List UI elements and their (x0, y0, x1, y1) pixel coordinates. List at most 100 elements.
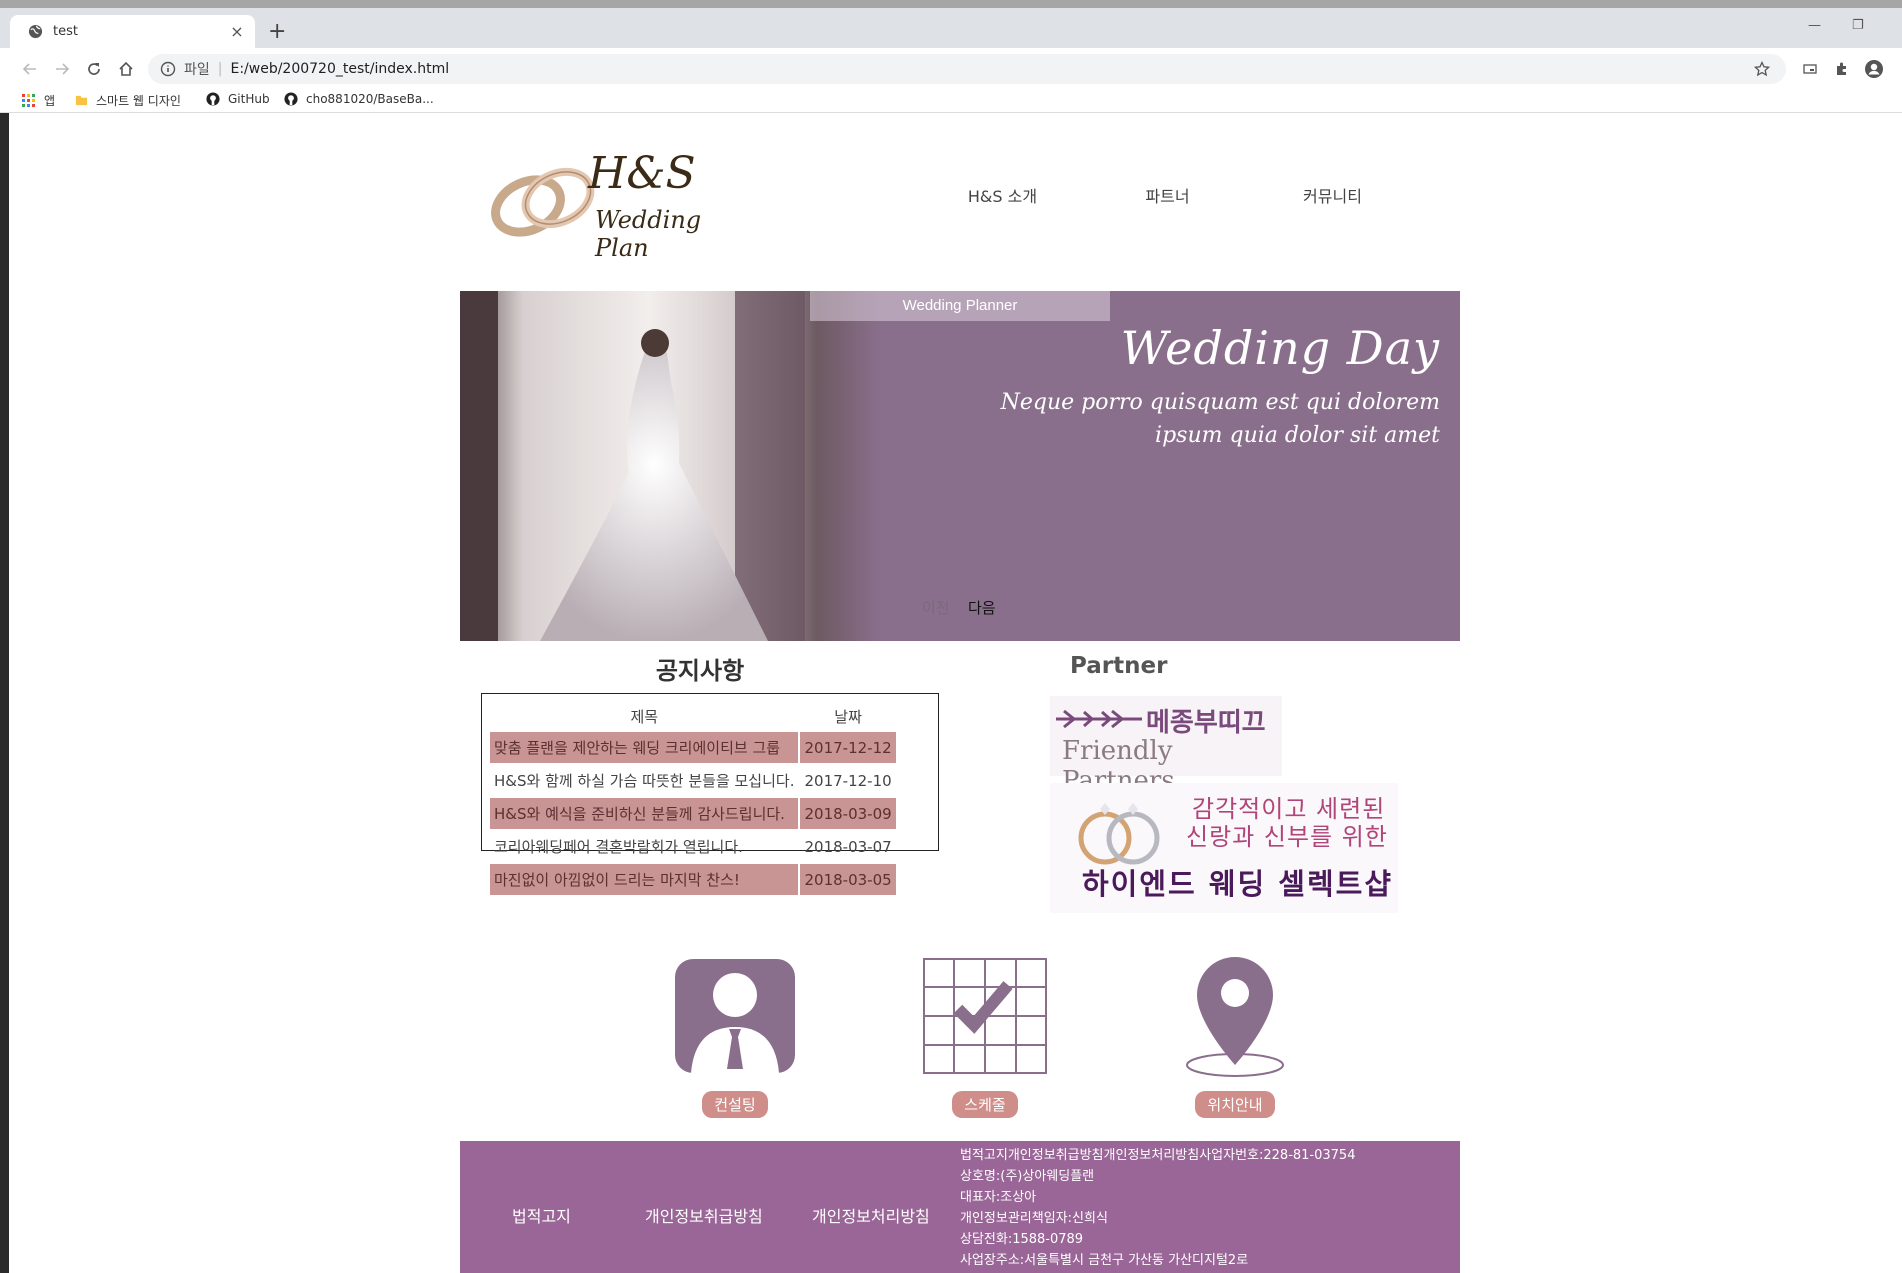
site-container: H&S Wedding Plan H&S 소개 파트너 커뮤니티 Wedding… (460, 113, 1460, 1273)
calendar-check-icon (920, 951, 1050, 1081)
bookmark-repo[interactable]: cho881020/BaseBa... (284, 92, 434, 106)
notice-row[interactable]: 맞춤 플랜을 제안하는 웨딩 크리에이티브 그룹 2017-12-12 (490, 732, 896, 763)
company-info-line: 개인정보관리책임자:신희식 (960, 1211, 1108, 1226)
forward-arrow-icon[interactable] (50, 57, 74, 81)
notice-row[interactable]: H&S와 예식을 준비하신 분들께 감사드립니다. 2018-03-09 (490, 798, 896, 829)
notice-table: 제목 날짜 맞춤 플랜을 제안하는 웨딩 크리에이티브 그룹 2017-12-1… (488, 700, 898, 897)
bookmark-label: 스마트 웹 디자인 (96, 94, 181, 108)
restore-button[interactable]: ❐ (1852, 18, 1864, 33)
company-info-line: 사업장주소:서울특별시 금천구 가산동 가산디지털2로 (960, 1253, 1249, 1268)
notice-row[interactable]: H&S와 함께 하실 가슴 따뜻한 분들을 모십니다. 2017-12-10 (490, 765, 896, 796)
partner-title: Partner (1070, 653, 1168, 679)
partner-select-line2: 신랑과 신부를 위한 (1186, 823, 1388, 851)
quick-location[interactable]: 위치안내 (1170, 951, 1300, 1118)
company-info: 법적고지개인정보취급방침개인정보처리방침사업자번호:228-81-03754 상… (960, 1145, 1355, 1271)
site-footer: 법적고지 개인정보취급방침 개인정보처리방침 법적고지개인정보취급방침개인정보처… (460, 1141, 1460, 1273)
url-divider: | (217, 61, 223, 77)
info-icon[interactable] (160, 61, 176, 77)
notice-subject[interactable]: 코리아웨딩페어 결혼박람회가 열립니다. (490, 831, 798, 862)
consultant-icon (670, 951, 800, 1081)
minimize-button[interactable]: — (1808, 18, 1821, 33)
cast-icon[interactable] (1798, 57, 1822, 81)
hero-label: Wedding Planner (810, 291, 1110, 321)
tab-close-icon[interactable]: × (225, 22, 249, 41)
schedule-button[interactable]: 스케줄 (952, 1091, 1018, 1118)
hero-subtitle-line: Neque porro quisquam est qui dolorem (1000, 390, 1440, 415)
partner-select-line3: 하이엔드 웨딩 셀렉트샵 (1082, 867, 1393, 901)
notice-title: 공지사항 (655, 657, 745, 685)
company-info-line: 상호명:(주)상아웨딩플랜 (960, 1169, 1095, 1184)
bookmark-label: 앱 (44, 94, 56, 108)
apps-grid-icon (22, 93, 35, 107)
github-icon (206, 92, 220, 106)
url-text[interactable]: E:/web/200720_test/index.html (230, 61, 1754, 77)
quick-consulting[interactable]: 컨설팅 (670, 951, 800, 1118)
hero-title: Wedding Day (1120, 321, 1440, 375)
partner-banner-maison[interactable]: 메종부띠끄 Friendly Partners (1050, 696, 1282, 796)
tab-title: test (53, 24, 78, 39)
reload-icon[interactable] (82, 57, 106, 81)
bookmark-star-icon[interactable] (1754, 61, 1772, 77)
notice-date: 2018-03-07 (804, 837, 892, 856)
location-button[interactable]: 위치안내 (1195, 1091, 1275, 1118)
globe-icon (28, 24, 43, 39)
notice-date: 2018-03-05 (800, 864, 896, 895)
back-arrow-icon[interactable] (18, 57, 42, 81)
notice-header-row: 제목 날짜 (490, 702, 896, 730)
bride-photo (460, 291, 880, 641)
company-info-line: 대표자:조상아 (960, 1190, 1037, 1205)
footer-link-privacy-handling[interactable]: 개인정보취급방침 (645, 1203, 763, 1227)
notice-row[interactable]: 마진없이 아낌없이 드리는 마지막 찬스! 2018-03-05 (490, 864, 896, 895)
hero-subtitle-line: ipsum quia dolor sit amet (1155, 423, 1440, 448)
notice-date: 2017-12-10 (804, 771, 892, 790)
notice-col-title: 제목 (630, 707, 659, 726)
bookmarks-bar: 앱 스마트 웹 디자인 GitHub cho881020/BaseBa... (0, 90, 1902, 113)
address-bar[interactable]: 파일 | E:/web/200720_test/index.html (148, 54, 1786, 84)
bookmark-folder[interactable]: 스마트 웹 디자인 (75, 92, 181, 109)
ornament-icon (1056, 709, 1142, 729)
company-info-line: 상담전화:1588-0789 (960, 1232, 1084, 1247)
tab-strip: test × + — ❐ (0, 8, 1902, 48)
notice-subject[interactable]: H&S와 함께 하실 가슴 따뜻한 분들을 모십니다. (490, 765, 798, 796)
notice-col-date: 날짜 (834, 707, 862, 726)
browser-tab[interactable]: test × (10, 15, 255, 48)
url-scheme: 파일 (184, 62, 210, 78)
nav-partner[interactable]: 파트너 (1085, 183, 1250, 207)
quick-schedule[interactable]: 스케줄 (920, 951, 1050, 1118)
notice-subject[interactable]: 맞춤 플랜을 제안하는 웨딩 크리에이티브 그룹 (490, 732, 799, 763)
bookmark-label: cho881020/BaseBa... (306, 92, 434, 106)
folder-icon (75, 95, 88, 106)
bookmark-github[interactable]: GitHub (206, 92, 270, 106)
notice-subject[interactable]: H&S와 예식을 준비하신 분들께 감사드립니다. (490, 798, 799, 829)
notice-date: 2017-12-12 (800, 732, 896, 763)
partner-banner-select[interactable]: 감각적이고 세련된 신랑과 신부를 위한 하이엔드 웨딩 셀렉트샵 (1050, 783, 1398, 913)
page-viewport: H&S Wedding Plan H&S 소개 파트너 커뮤니티 Wedding… (9, 113, 1902, 1273)
extensions-icon[interactable] (1830, 57, 1854, 81)
site-logo[interactable]: H&S Wedding Plan (478, 148, 758, 262)
profile-avatar-icon[interactable] (1862, 57, 1886, 81)
notice-subject[interactable]: 마진없이 아낌없이 드리는 마지막 찬스! (490, 864, 799, 895)
browser-toolbar: 파일 | E:/web/200720_test/index.html (0, 48, 1902, 90)
consulting-button[interactable]: 컨설팅 (702, 1091, 768, 1118)
slider-prev-button[interactable]: 이전 (922, 597, 950, 618)
partner-maison-name: 메종부띠끄 (1146, 708, 1266, 738)
logo-subtitle: Wedding Plan (595, 206, 702, 262)
bookmark-apps[interactable]: 앱 (22, 92, 55, 109)
slider-next-button[interactable]: 다음 (968, 597, 996, 618)
bookmark-label: GitHub (228, 92, 270, 106)
home-icon[interactable] (114, 57, 138, 81)
notice-row[interactable]: 코리아웨딩페어 결혼박람회가 열립니다. 2018-03-07 (490, 831, 896, 862)
nav-about[interactable]: H&S 소개 (920, 183, 1085, 207)
new-tab-button[interactable]: + (268, 20, 286, 44)
footer-link-privacy-processing[interactable]: 개인정보처리방침 (812, 1203, 930, 1227)
hero-slider: Wedding Planner Wedding Day Neque porro … (460, 291, 1460, 641)
company-info-line: 법적고지개인정보취급방침개인정보처리방침사업자번호:228-81-03754 (960, 1148, 1356, 1163)
github-icon (284, 92, 298, 106)
hero-subtitle: Neque porro quisquam est qui dolorem ips… (920, 386, 1440, 452)
main-nav: H&S 소개 파트너 커뮤니티 (920, 183, 1415, 207)
footer-link-legal[interactable]: 법적고지 (512, 1203, 571, 1227)
nav-community[interactable]: 커뮤니티 (1250, 183, 1415, 207)
notice-board: 제목 날짜 맞춤 플랜을 제안하는 웨딩 크리에이티브 그룹 2017-12-1… (481, 693, 939, 895)
map-pin-icon (1170, 951, 1300, 1081)
logo-brand: H&S (588, 148, 696, 199)
